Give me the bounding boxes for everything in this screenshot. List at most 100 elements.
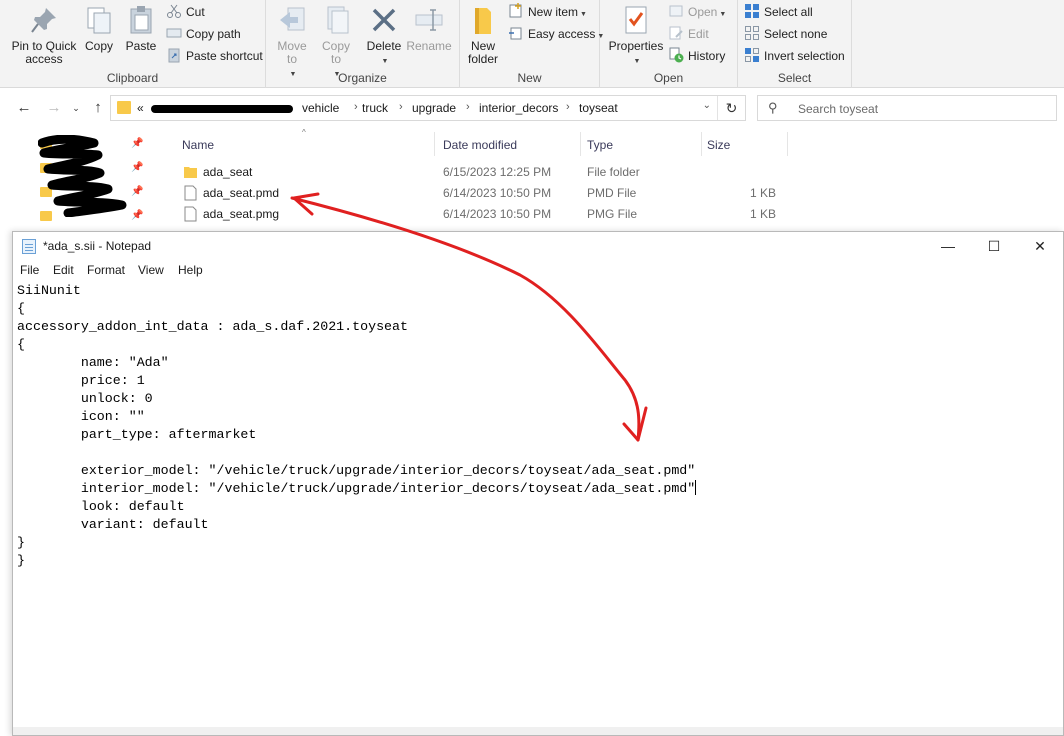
- refresh-icon[interactable]: ↻: [717, 96, 745, 120]
- pin-to-quick-access-label: Pin to Quick access: [11, 39, 77, 66]
- open-button[interactable]: Open ▼: [668, 2, 726, 22]
- properties-button[interactable]: Properties ▼: [608, 4, 664, 68]
- maximize-icon[interactable]: ☐: [971, 232, 1017, 262]
- paste-button[interactable]: Paste: [122, 4, 160, 53]
- new-item-icon: [508, 3, 524, 19]
- new-folder-label: New folder: [467, 39, 499, 66]
- file-row-ada-seat-pmd[interactable]: ada_seat.pmd 6/14/2023 10:50 PM PMD File…: [180, 183, 880, 204]
- column-separator[interactable]: [701, 132, 702, 156]
- code-line-with-cursor: interior_model: "/vehicle/truck/upgrade/…: [17, 480, 697, 498]
- copy-to-button[interactable]: Copy to ▼: [316, 4, 356, 81]
- address-row: ← → ⌄ ↑ « vehicle › truck › upgrade › in…: [0, 88, 1064, 128]
- close-icon[interactable]: ✕: [1017, 232, 1063, 262]
- search-icon: ⚲: [768, 100, 778, 115]
- open-group-label: Open: [653, 71, 684, 85]
- pin-icon: 📌: [131, 162, 144, 173]
- new-item-button[interactable]: New item ▼: [508, 2, 587, 22]
- paste-icon: [125, 4, 157, 36]
- column-header-date-modified[interactable]: Date modified: [443, 138, 517, 152]
- pin-to-quick-access-button[interactable]: Pin to Quick access: [8, 4, 80, 66]
- select-none-icon: [744, 25, 760, 41]
- sort-ascending-icon: ^: [302, 128, 306, 137]
- menu-edit[interactable]: Edit: [53, 263, 74, 277]
- code-line: accessory_addon_int_data : ada_s.daf.202…: [17, 319, 408, 334]
- forward-arrow-icon[interactable]: →: [44, 98, 64, 118]
- column-separator[interactable]: [580, 132, 581, 156]
- breadcrumb-upgrade[interactable]: upgrade: [412, 101, 456, 115]
- paste-shortcut-button[interactable]: Paste shortcut: [166, 46, 263, 66]
- address-bar[interactable]: « vehicle › truck › upgrade › interior_d…: [110, 95, 746, 121]
- copy-path-button[interactable]: Copy path: [166, 24, 241, 44]
- folder-icon: [184, 167, 197, 178]
- select-all-button[interactable]: Select all: [744, 2, 813, 22]
- history-label: History: [688, 49, 726, 63]
- move-to-label: Move to: [277, 39, 307, 66]
- select-group: Select all Select none Invert selection …: [738, 0, 852, 88]
- open-icon: [668, 3, 684, 19]
- up-arrow-icon[interactable]: ↑: [88, 98, 108, 118]
- easy-access-icon: [508, 25, 524, 41]
- code-line: unlock: 0: [17, 391, 153, 406]
- column-header-type[interactable]: Type: [587, 138, 613, 152]
- history-button[interactable]: History: [668, 46, 725, 66]
- menu-file[interactable]: File: [20, 263, 39, 277]
- code-line: {: [17, 301, 25, 316]
- select-none-button[interactable]: Select none: [744, 24, 827, 44]
- new-group-label: New: [517, 71, 542, 85]
- file-row-ada-seat-folder[interactable]: ada_seat 6/15/2023 12:25 PM File folder: [180, 162, 880, 183]
- column-header-size[interactable]: Size: [707, 138, 730, 152]
- file-date: 6/14/2023 10:50 PM: [443, 186, 552, 200]
- copy-button[interactable]: Copy: [82, 4, 116, 53]
- menu-format[interactable]: Format: [87, 263, 125, 277]
- pin-icon: 📌: [131, 210, 144, 221]
- breadcrumb-truck[interactable]: truck: [362, 101, 388, 115]
- code-line: }: [17, 535, 25, 550]
- code-line: icon: "": [17, 409, 145, 424]
- breadcrumb-vehicle[interactable]: vehicle: [302, 101, 339, 115]
- cut-button[interactable]: Cut: [166, 2, 205, 22]
- rename-icon: [413, 4, 445, 36]
- properties-label: Properties: [608, 39, 664, 53]
- notepad-icon: [22, 239, 36, 254]
- code-line: name: "Ada": [17, 355, 169, 370]
- file-list: ^ Name Date modified Type Size ada_seat …: [170, 128, 1064, 232]
- notepad-title-bar[interactable]: *ada_s.sii - Notepad — ☐ ✕: [13, 232, 1063, 262]
- horizontal-scrollbar[interactable]: [13, 727, 1063, 735]
- column-separator[interactable]: [434, 132, 435, 156]
- rename-button[interactable]: Rename: [406, 4, 452, 53]
- back-arrow-icon[interactable]: ←: [14, 98, 34, 118]
- pin-icon: 📌: [131, 186, 144, 197]
- breadcrumb-separator-icon: ›: [466, 101, 470, 113]
- breadcrumb-separator-icon: ›: [399, 101, 403, 113]
- easy-access-button[interactable]: Easy access ▼: [508, 24, 604, 44]
- minimize-icon[interactable]: —: [925, 232, 971, 262]
- file-icon: [184, 185, 197, 201]
- copy-label: Copy: [84, 39, 113, 53]
- invert-selection-button[interactable]: Invert selection: [744, 46, 845, 66]
- edit-button[interactable]: Edit: [668, 24, 709, 44]
- new-item-caret-icon: ▼: [580, 11, 587, 18]
- delete-caret-icon: ▼: [381, 58, 389, 65]
- select-group-label: Select: [777, 71, 812, 85]
- search-input[interactable]: ⚲ Search toyseat: [757, 95, 1057, 121]
- select-all-label: Select all: [764, 5, 813, 19]
- file-type: PMD File: [587, 186, 637, 200]
- text-editor[interactable]: SiiNunit { accessory_addon_int_data : ad…: [17, 282, 1057, 722]
- new-folder-button[interactable]: New folder: [464, 4, 502, 66]
- menu-help[interactable]: Help: [178, 263, 203, 277]
- menu-view[interactable]: View: [138, 263, 164, 277]
- breadcrumb-toyseat[interactable]: toyseat: [579, 101, 618, 115]
- paste-label: Paste: [125, 39, 157, 53]
- delete-button[interactable]: Delete ▼: [364, 4, 404, 68]
- open-label: Open: [688, 5, 718, 19]
- move-to-button[interactable]: Move to ▼: [272, 4, 312, 81]
- file-row-ada-seat-pmg[interactable]: ada_seat.pmg 6/14/2023 10:50 PM PMG File…: [180, 204, 880, 225]
- recent-locations-chevron-icon[interactable]: ⌄: [66, 98, 86, 118]
- breadcrumb-interior-decors[interactable]: interior_decors: [479, 101, 558, 115]
- column-header-name[interactable]: Name: [182, 138, 214, 152]
- address-dropdown-icon[interactable]: ⌄: [703, 100, 711, 111]
- organize-group: Move to ▼ Copy to ▼ Delete ▼ Rename Orga…: [266, 0, 460, 88]
- open-group: Properties ▼ Open ▼ Edit History Open: [600, 0, 738, 88]
- breadcrumb-overflow[interactable]: «: [137, 101, 144, 115]
- column-separator[interactable]: [787, 132, 788, 156]
